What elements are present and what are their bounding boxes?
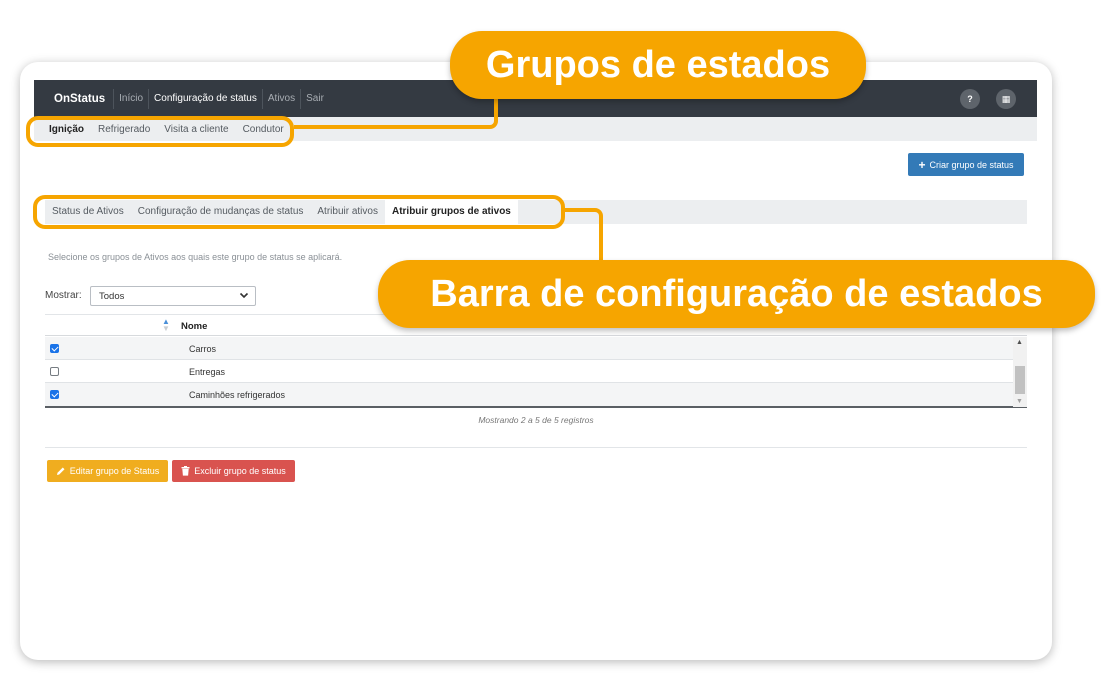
scroll-thumb[interactable] — [1015, 366, 1025, 394]
row-name: Caminhões refrigerados — [189, 390, 286, 400]
sort-icon[interactable]: ▲ ▼ — [162, 318, 170, 333]
callout-barra-de-configuracao: Barra de configuração de estados — [378, 260, 1095, 328]
callout-grupos-de-estados: Grupos de estados — [450, 31, 866, 99]
instruction-text: Selecione os grupos de Ativos aos quais … — [48, 252, 343, 262]
brand-logo[interactable]: OnStatus — [54, 93, 105, 105]
scroll-down-icon[interactable]: ▼ — [1016, 398, 1023, 405]
row-checkbox[interactable] — [50, 367, 59, 376]
filter-label: Mostrar: — [45, 290, 82, 301]
edit-status-group-button[interactable]: Editar grupo de Status — [47, 460, 168, 482]
trash-icon — [181, 466, 190, 476]
edit-status-group-label: Editar grupo de Status — [69, 466, 160, 476]
config-connector-line — [565, 208, 603, 262]
row-name: Entregas — [189, 367, 226, 377]
table-body: Carros Entregas Caminhões refrigerados — [45, 337, 1027, 408]
row-checkbox[interactable] — [50, 390, 59, 399]
delete-status-group-button[interactable]: Excluir grupo de status — [172, 460, 295, 482]
filter-select-value: Todos — [99, 290, 125, 302]
config-tabs-highlight — [33, 195, 565, 229]
row-checkbox[interactable] — [50, 344, 59, 353]
create-status-group-label: Criar grupo de status — [929, 159, 1014, 170]
row-name: Carros — [189, 344, 217, 354]
filter-select[interactable]: Todos — [90, 286, 256, 306]
divider — [45, 447, 1027, 448]
table-row: Caminhões refrigerados — [45, 383, 1013, 406]
table-scrollbar[interactable]: ▲ ▼ — [1013, 337, 1027, 407]
table-row: Carros — [45, 337, 1013, 360]
grid-menu-icon[interactable]: ▦ — [996, 89, 1016, 109]
column-header-nome[interactable]: Nome — [181, 321, 207, 332]
table-info: Mostrando 2 a 5 de 5 registros — [478, 415, 594, 425]
delete-status-group-label: Excluir grupo de status — [194, 466, 286, 476]
plus-icon: + — [918, 157, 926, 172]
nav-item-inicio[interactable]: Início — [113, 88, 148, 109]
scroll-up-icon[interactable]: ▲ — [1016, 339, 1023, 346]
chevron-down-icon — [239, 292, 249, 299]
nav-item-configuracao-de-status[interactable]: Configuração de status — [148, 88, 262, 109]
status-groups-highlight — [26, 116, 294, 147]
screenshot-stage: OnStatus Início Configuração de status A… — [0, 0, 1109, 692]
create-status-group-button[interactable]: + Criar grupo de status — [908, 153, 1024, 176]
pencil-icon — [56, 467, 65, 475]
help-icon[interactable]: ? — [960, 89, 980, 109]
table-row: Entregas — [45, 360, 1013, 383]
